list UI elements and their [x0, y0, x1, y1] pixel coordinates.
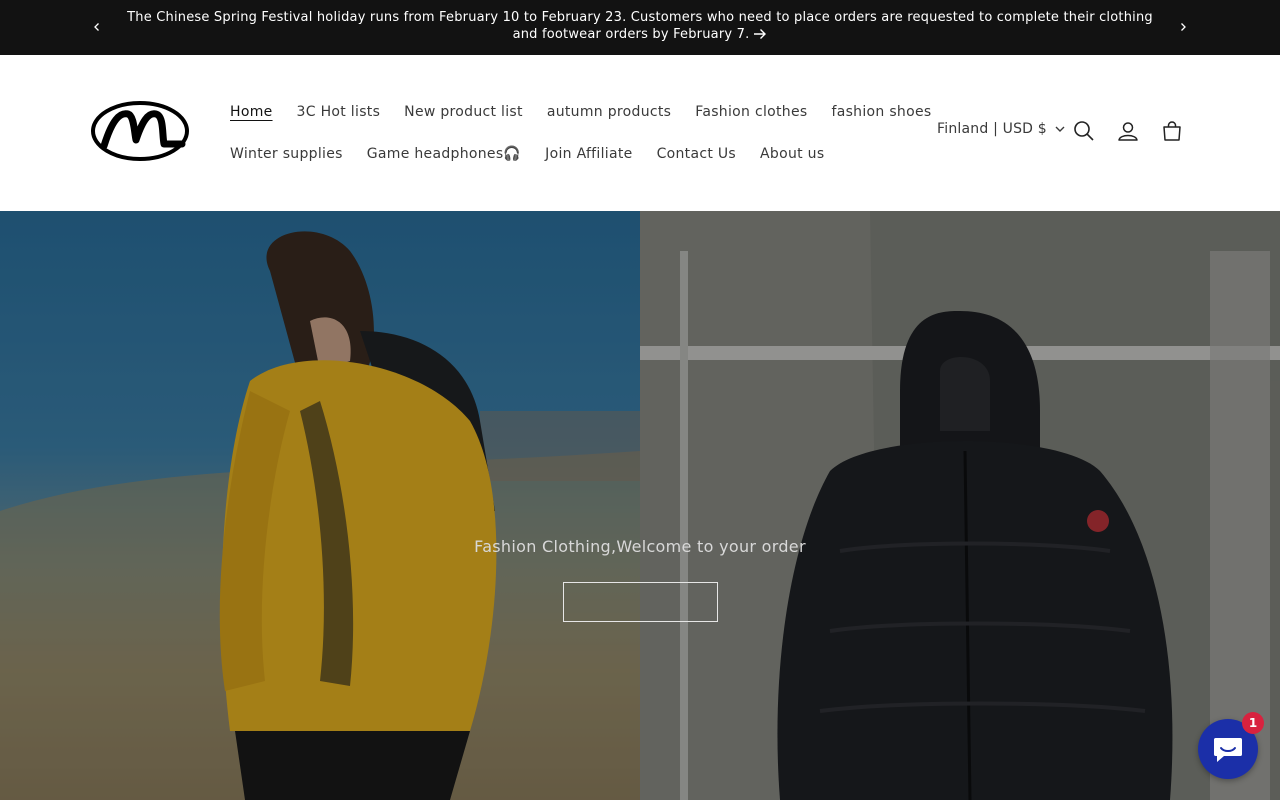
nav-join-affiliate[interactable]: Join Affiliate [533, 146, 644, 162]
main-navigation: Home 3C Hot lists New product list autum… [218, 91, 931, 175]
nav-about-us[interactable]: About us [748, 146, 836, 162]
country-currency-label: Finland | USD $ [937, 121, 1047, 137]
nav-row-primary: Home 3C Hot lists New product list autum… [218, 91, 931, 133]
nav-winter-supplies[interactable]: Winter supplies [218, 146, 355, 162]
store-logo[interactable] [90, 100, 190, 162]
nav-contact-us[interactable]: Contact Us [645, 146, 748, 162]
arrow-right-icon [754, 29, 767, 39]
chevron-right-icon [1181, 23, 1186, 31]
nav-home[interactable]: Home [218, 104, 285, 120]
nav-new-product-list[interactable]: New product list [392, 104, 535, 120]
hero-image-black-jacket [640, 211, 1280, 800]
search-icon [1074, 121, 1094, 141]
announcement-text: The Chinese Spring Festival holiday runs… [127, 10, 1153, 42]
previous-announcement-button[interactable] [87, 17, 107, 37]
black-jacket-rack-image [640, 211, 1280, 800]
hero-image-yellow-jacket [0, 211, 640, 800]
hero-shop-button[interactable] [563, 582, 718, 622]
account-button[interactable] [1115, 118, 1141, 144]
nav-fashion-clothes[interactable]: Fashion clothes [683, 104, 819, 120]
chat-bubble-icon [1214, 738, 1242, 762]
announcement-bar: The Chinese Spring Festival holiday runs… [0, 0, 1280, 55]
search-button[interactable] [1071, 118, 1097, 144]
logo-icon [91, 101, 189, 161]
yellow-jacket-model-image [0, 231, 640, 800]
nav-3c-hot-lists[interactable]: 3C Hot lists [285, 104, 393, 120]
nav-autumn-products[interactable]: autumn products [535, 104, 683, 120]
next-announcement-button[interactable] [1173, 17, 1193, 37]
cart-button[interactable] [1159, 118, 1185, 144]
chat-notification-badge: 1 [1242, 712, 1264, 734]
hero-banner [0, 211, 1280, 800]
hero-caption: Fashion Clothing,Welcome to your order [474, 537, 806, 556]
nav-game-headphones[interactable]: Game headphones🎧 [355, 146, 533, 162]
announcement-message[interactable]: The Chinese Spring Festival holiday runs… [115, 9, 1165, 43]
chevron-down-icon [1055, 126, 1065, 132]
nav-fashion-shoes[interactable]: fashion shoes [819, 104, 943, 120]
account-icon [1118, 122, 1138, 141]
chevron-left-icon [94, 23, 99, 31]
site-header: Home 3C Hot lists New product list autum… [0, 55, 1280, 211]
cart-icon [1163, 121, 1181, 141]
country-currency-selector[interactable]: Finland | USD $ [937, 121, 1065, 137]
nav-row-secondary: Winter supplies Game headphones🎧 Join Af… [218, 133, 908, 175]
